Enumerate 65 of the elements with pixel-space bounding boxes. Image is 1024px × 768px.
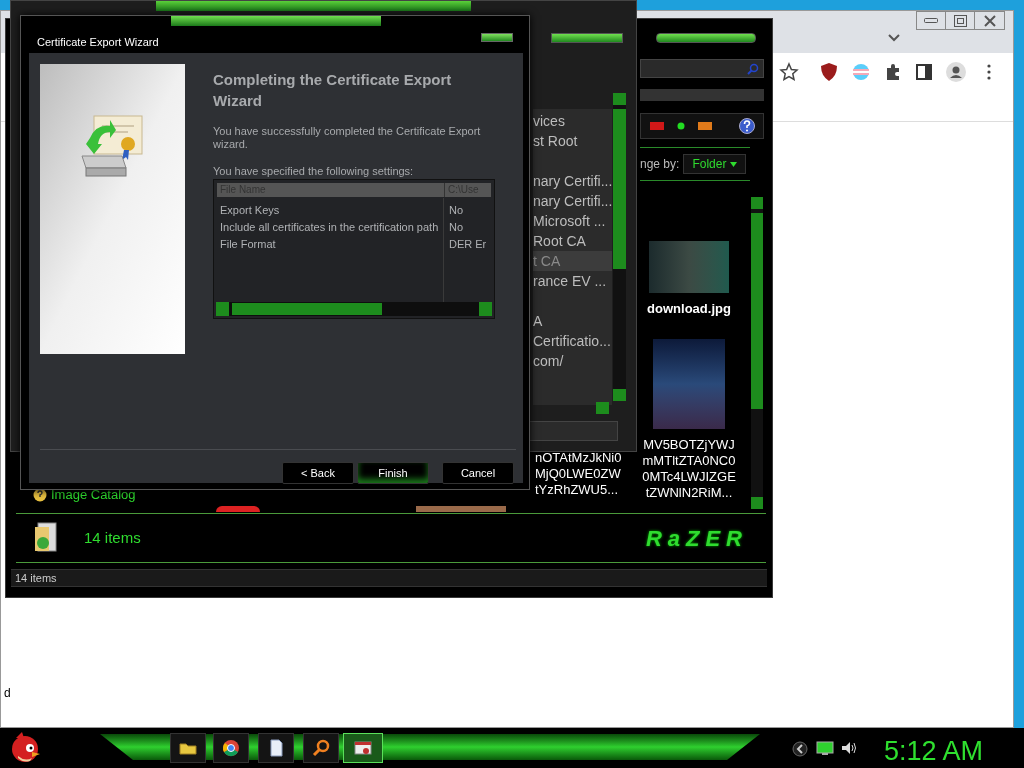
- table-cell-text: No: [448, 220, 465, 235]
- table-cell-text: No: [448, 203, 465, 218]
- wizard-message: You have successfully completed the Certificate Export wizard.: [213, 125, 482, 151]
- list-item[interactable]: Certificatio...: [533, 331, 612, 351]
- search-icon: [311, 738, 331, 758]
- clock: 5:12 AM: [884, 735, 984, 768]
- list-item[interactable]: Root CA: [533, 231, 612, 251]
- profile-icon: [946, 62, 966, 82]
- file-name[interactable]: MV5BOTZjYWJ mMTltZTA0NC0 0MTc4LWJIZGE tZWNlN2RiM...: [641, 437, 737, 501]
- flag-icon: [649, 121, 665, 131]
- chevron-down-icon: [887, 33, 901, 43]
- taskbar-button[interactable]: [213, 733, 249, 763]
- logo-text: RaZER: [645, 524, 748, 553]
- list-item[interactable]: nary Certifi...: [533, 191, 612, 211]
- star-icon: [779, 62, 799, 82]
- certificate-icon: [353, 738, 373, 758]
- close-button[interactable]: [481, 33, 513, 42]
- file-name[interactable]: download.jpg: [641, 301, 737, 317]
- wizard-button[interactable]: Cancel: [442, 462, 514, 484]
- help-icon: [739, 118, 755, 134]
- search-icon: [747, 62, 759, 75]
- table-cell-text: DER Er: [448, 237, 488, 252]
- status-dot-icon: [677, 122, 685, 130]
- taskbar-button[interactable]: [303, 733, 339, 763]
- shield-icon: [819, 62, 839, 82]
- wizard-button[interactable]: Finish: [357, 462, 429, 484]
- window-title: Certificate Export Wizard: [37, 35, 159, 50]
- arrange-label: nge by:: [640, 156, 680, 173]
- close-icon: [983, 14, 996, 27]
- menu-icon: [987, 64, 991, 80]
- search-field[interactable]: [640, 59, 764, 78]
- table-cell-text: File Format: [219, 237, 277, 252]
- minimize-icon: [924, 18, 938, 23]
- page-text: d: [4, 685, 11, 702]
- list-item[interactable]: nary Certifi...: [533, 171, 612, 191]
- photo-placeholder: [216, 506, 260, 512]
- file-name[interactable]: nOTAtMzJkNi0 MjQ0LWE0ZW tYzRhZWU5...: [535, 450, 625, 498]
- speaker-icon: [840, 740, 858, 756]
- list-item[interactable]: vices: [533, 111, 612, 131]
- taskbar-button[interactable]: [170, 733, 206, 763]
- chrome-icon: [221, 738, 241, 758]
- arrange-dropdown[interactable]: Folder: [683, 154, 747, 174]
- sidebar-icon: [914, 62, 934, 82]
- monitor-icon: [816, 740, 834, 756]
- list-item[interactable]: Microsoft ...: [533, 211, 612, 231]
- certificate-export-icon: [80, 114, 144, 180]
- table-cell-text: Export Keys: [219, 203, 281, 218]
- chevron-left-icon: [792, 741, 808, 757]
- maximize-icon: [953, 14, 967, 27]
- status-text: 14 items: [15, 570, 57, 586]
- table-cell-text: Include all certificates in the certification path: [219, 220, 440, 235]
- list-item[interactable]: rance EV ...: [533, 271, 612, 291]
- wizard-button[interactable]: < Back: [282, 462, 354, 484]
- caret-icon: [730, 161, 738, 167]
- taskbar-button[interactable]: [258, 733, 294, 763]
- striped-circle-icon: [851, 62, 871, 82]
- settings-label: You have specified the following settings:: [213, 164, 415, 179]
- folder-icon: [34, 521, 60, 555]
- tag-icon: [697, 121, 713, 131]
- list-item[interactable]: A: [533, 311, 612, 331]
- wizard-heading: Completing the Certificate Export Wizard: [213, 70, 453, 111]
- title-glow-bar: [551, 33, 623, 43]
- list-item[interactable]: st Root: [533, 131, 612, 151]
- list-item[interactable]: com/: [533, 351, 612, 371]
- item-count: 14 items: [84, 527, 141, 548]
